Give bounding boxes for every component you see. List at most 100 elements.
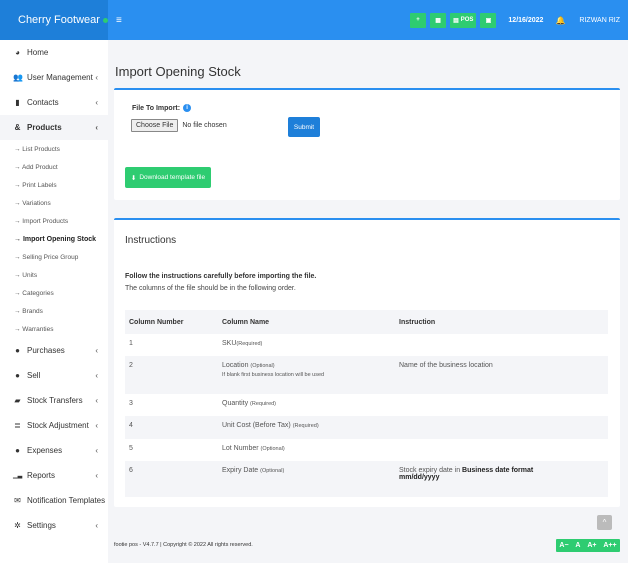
sidebar-item-stock-transfers[interactable]: ▰ Stock Transfers ‹ [0, 388, 108, 413]
file-input[interactable]: Choose File No file chosen [131, 119, 227, 132]
submenu-categories[interactable]: → Categories [0, 284, 108, 302]
table-row: 3 Quantity (Required) [125, 394, 608, 416]
sidebar-item-sell[interactable]: ● Sell ‹ [0, 363, 108, 388]
file-label-text: File To Import: [132, 104, 181, 112]
instruction-cell [395, 334, 608, 356]
submenu-units[interactable]: → Units [0, 266, 108, 284]
chevron-left-icon: ‹ [95, 73, 98, 82]
sidebar-item-purchases[interactable]: ● Purchases ‹ [0, 338, 108, 363]
required-tag: (Required) [236, 341, 263, 347]
column-number: 4 [125, 416, 218, 439]
sidebar-item-label: Stock Transfers [27, 396, 83, 405]
column-number: 1 [129, 340, 133, 347]
date-format: mm/dd/yyyy [399, 474, 440, 481]
pos-button[interactable]: ▤ POS [450, 12, 477, 28]
download-icon: ⬇ [130, 174, 137, 182]
brand-logo[interactable]: Cherry Footwear [0, 0, 108, 40]
current-date: 12/16/2022 [508, 16, 544, 24]
arrow-circle-up-icon: ● [15, 371, 20, 380]
users-icon: 👥 [13, 73, 23, 82]
sidebar-item-products[interactable]: & Products ‹ [0, 115, 108, 140]
brand-name: Cherry Footwear [18, 14, 100, 26]
sidebar-item-label: Contacts [27, 98, 59, 107]
chevron-left-icon: ‹ [95, 446, 98, 455]
font-decrease-button[interactable]: A− [559, 542, 568, 549]
sidebar-item-label: Notification Templates [27, 496, 106, 505]
sidebar: ◕ Home 👥 User Management ‹ ▮ Contacts ‹ … [0, 40, 108, 563]
required-tag: (Required) [292, 423, 319, 429]
bell-icon[interactable]: 🔔 [555, 16, 565, 25]
sidebar-item-home[interactable]: ◕ Home [0, 40, 108, 65]
column-name: Unit Cost (Before Tax) (Required) [218, 416, 395, 439]
database-icon: ≣ [14, 421, 21, 430]
column-number: 2 [125, 356, 218, 394]
submenu-variations[interactable]: → Variations [0, 194, 108, 212]
column-name-text: Location [222, 362, 249, 369]
sidebar-item-user-management[interactable]: 👥 User Management ‹ [0, 65, 108, 90]
download-template-button[interactable]: ⬇ Download template file [125, 167, 211, 188]
footer-copyright: footie pos - V4.7.7 | Copyright © 2022 A… [114, 542, 253, 548]
submenu-import-products[interactable]: → Import Products [0, 212, 108, 230]
column-number: 5 [129, 445, 133, 452]
sidebar-item-reports[interactable]: ▁▃ Reports ‹ [0, 463, 108, 488]
address-book-icon: ▮ [15, 98, 20, 107]
chevron-left-icon: ‹ [95, 98, 98, 107]
instruction-text: Stock expiry date in [399, 467, 463, 474]
instructions-order-note: The columns of the file should be in the… [125, 285, 296, 292]
column-name-text: SKU [222, 340, 237, 347]
choose-file-button[interactable]: Choose File [131, 119, 179, 132]
sidebar-item-label: User Management [27, 73, 93, 82]
profit-loss-button[interactable]: ▣ [480, 12, 497, 28]
column-note: If blank first business location will be… [222, 372, 325, 378]
info-icon[interactable]: i [183, 104, 192, 112]
add-expense-button[interactable]: + [410, 12, 427, 28]
submenu-add-product[interactable]: → Add Product [0, 158, 108, 176]
submenu-import-opening-stock[interactable]: → Import Opening Stock [0, 230, 108, 248]
submenu-brands[interactable]: → Brands [0, 302, 108, 320]
column-name-text: Unit Cost (Before Tax) [222, 422, 291, 429]
optional-tag: (Optional) [250, 363, 275, 369]
sidebar-item-label: Purchases [27, 346, 65, 355]
arrow-circle-down-icon: ● [15, 346, 20, 355]
top-navbar: ≡ + ▦ ▤ POS ▣ 12/16/2022 🔔 RIZWAN RIZ [108, 0, 628, 40]
font-size-controls: A− A A+ A++ [556, 539, 620, 552]
pos-button-label: POS [460, 17, 474, 23]
sidebar-item-label: Sell [27, 371, 41, 380]
sidebar-item-settings[interactable]: ✲ Settings ‹ [0, 513, 108, 538]
submit-button[interactable]: Submit [288, 117, 320, 137]
chart-icon: ▁▃ [13, 473, 23, 479]
calculator-icon: ▦ [435, 17, 441, 24]
table-row: 4 Unit Cost (Before Tax) (Required) [125, 416, 608, 439]
submenu-warranties[interactable]: → Warranties [0, 320, 108, 338]
envelope-icon: ✉ [14, 496, 21, 505]
sidebar-item-stock-adjustment[interactable]: ≣ Stock Adjustment ‹ [0, 413, 108, 438]
sidebar-item-label: Settings [27, 521, 56, 530]
table-row: 2 Location (Optional) If blank first busi… [125, 356, 608, 394]
column-name: Location (Optional) If blank first busine… [218, 356, 395, 394]
column-number: 3 [129, 400, 133, 407]
column-header: Instruction [395, 310, 608, 334]
submenu-print-labels[interactable]: → Print Labels [0, 176, 108, 194]
sidebar-item-label: Home [27, 48, 49, 57]
submenu-selling-price-group[interactable]: → Selling Price Group [0, 248, 108, 266]
plus-circle-icon: + [416, 17, 420, 23]
pos-icon: ▤ [453, 17, 459, 24]
font-increase-button[interactable]: A+ [587, 542, 596, 549]
scroll-to-top-button[interactable]: ^ [597, 515, 612, 530]
font-increase-more-button[interactable]: A++ [603, 542, 616, 549]
sidebar-item-contacts[interactable]: ▮ Contacts ‹ [0, 90, 108, 115]
cubes-icon: & [14, 123, 21, 132]
sidebar-item-notification-templates[interactable]: ✉ Notification Templates [0, 488, 108, 513]
truck-icon: ▰ [14, 396, 21, 405]
chevron-left-icon: ‹ [95, 421, 98, 430]
calculator-button[interactable]: ▦ [430, 12, 447, 28]
sidebar-item-label: Stock Adjustment [27, 421, 89, 430]
user-menu[interactable]: RIZWAN RIZ [579, 17, 620, 24]
money-icon: ▣ [485, 17, 492, 24]
submenu-list-products[interactable]: → List Products [0, 140, 108, 158]
column-name-text: Quantity [222, 400, 249, 407]
menu-toggle-icon[interactable]: ≡ [116, 15, 122, 26]
sidebar-item-expenses[interactable]: ● Expenses ‹ [0, 438, 108, 463]
font-reset-button[interactable]: A [575, 542, 580, 549]
page-title: Import Opening Stock [115, 64, 241, 79]
